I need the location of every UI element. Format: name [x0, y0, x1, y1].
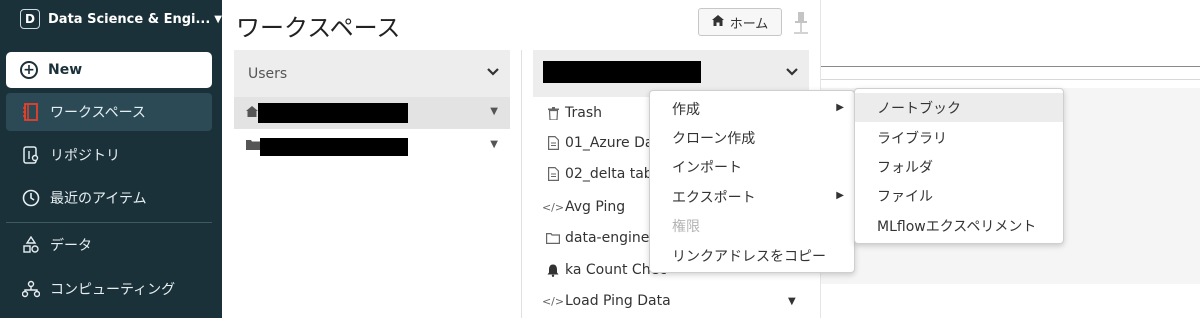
- app-root: D Data Science & Engi... ▼ + New ワークスペース…: [0, 0, 1200, 318]
- menu-item-label: フォルダ: [877, 159, 933, 176]
- list-item-label: Avg Ping: [565, 199, 626, 215]
- menu-item-permissions: 権限: [650, 211, 854, 240]
- list-item[interactable]: 02_delta table: [545, 166, 665, 182]
- new-button-label: New: [48, 62, 83, 78]
- list-item-label: 01_Azure Dat: [565, 135, 659, 151]
- create-submenu: ノートブック ライブラリ フォルダ ファイル MLflowエクスペリメント: [854, 88, 1064, 244]
- menu-item-export[interactable]: エクスポート ▶: [650, 182, 854, 211]
- redacted-name: [258, 103, 408, 123]
- clock-icon: [20, 189, 42, 207]
- sidebar-item-workspace[interactable]: ワークスペース: [6, 93, 212, 131]
- redacted-name: [260, 138, 408, 156]
- home-button[interactable]: ホーム: [698, 8, 782, 36]
- workspace-name: Data Science & Engi...: [48, 11, 211, 27]
- folder-icon: [545, 232, 561, 244]
- caret-down-icon: ▼: [214, 13, 222, 25]
- home-icon: [711, 15, 724, 29]
- plus-circle-icon: +: [20, 61, 38, 79]
- list-item[interactable]: data-enginee: [545, 230, 658, 246]
- chevron-down-icon: [785, 65, 799, 81]
- menu-item-label: エクスポート: [672, 189, 756, 206]
- submenu-arrow-icon: ▶: [836, 190, 844, 201]
- trash-icon: [545, 106, 561, 120]
- sidebar-item-label: 最近のアイテム: [50, 191, 147, 207]
- folder-row[interactable]: ▼: [234, 130, 510, 162]
- repo-icon: [20, 146, 42, 164]
- sidebar-item-label: コンピューティング: [50, 282, 176, 298]
- workspace-letter-icon: D: [20, 9, 40, 29]
- menu-item-copy-link[interactable]: リンクアドレスをコピー: [650, 241, 854, 270]
- caret-down-icon[interactable]: ▼: [490, 139, 498, 150]
- column-divider: [521, 50, 522, 318]
- notebook-icon: [545, 167, 561, 181]
- page-title: ワークスペース: [236, 14, 401, 42]
- menu-item-label: クローン作成: [672, 130, 756, 147]
- list-item-label: Load Ping Data: [565, 293, 671, 309]
- submenu-item-library[interactable]: ライブラリ: [855, 123, 1063, 152]
- list-item-trash[interactable]: Trash: [545, 105, 602, 121]
- list-item-label: data-enginee: [565, 230, 658, 246]
- notebook-icon: [545, 136, 561, 150]
- list-item[interactable]: </> Avg Ping: [541, 199, 626, 215]
- users-column-title: Users: [248, 65, 288, 82]
- menu-item-label: 作成: [672, 101, 700, 118]
- workspace-icon: [20, 103, 42, 121]
- users-column-header[interactable]: Users: [234, 50, 510, 97]
- sidebar-divider: [6, 222, 212, 223]
- sidebar-item-repos[interactable]: リポジトリ: [6, 136, 212, 174]
- home-button-label: ホーム: [729, 16, 769, 32]
- new-button[interactable]: + New: [6, 52, 212, 88]
- list-item[interactable]: 01_Azure Dat: [545, 135, 659, 151]
- code-icon: </>: [541, 200, 565, 214]
- submenu-item-notebook[interactable]: ノートブック: [855, 93, 1063, 122]
- sidebar-item-label: データ: [50, 238, 92, 254]
- bell-icon: [545, 264, 561, 277]
- list-item-label: Trash: [565, 105, 602, 121]
- submenu-item-folder[interactable]: フォルダ: [855, 152, 1063, 181]
- list-item[interactable]: </> Load Ping Data: [541, 293, 671, 309]
- menu-item-label: ファイル: [877, 188, 933, 205]
- home-icon: [246, 106, 258, 120]
- menu-item-label: インポート: [672, 159, 742, 176]
- folder-icon: [246, 139, 260, 153]
- menu-item-create[interactable]: 作成 ▶: [650, 94, 854, 123]
- pin-icon[interactable]: [794, 12, 808, 38]
- sidebar-item-label: リポジトリ: [50, 148, 120, 164]
- sidebar-item-data[interactable]: データ: [6, 226, 212, 264]
- background-divider: [821, 66, 1200, 67]
- sidebar-item-label: ワークスペース: [50, 105, 146, 121]
- code-icon: </>: [541, 294, 565, 308]
- menu-item-label: MLflowエクスペリメント: [877, 218, 1037, 235]
- caret-down-icon[interactable]: ▼: [788, 296, 796, 307]
- data-icon: [20, 236, 42, 254]
- sidebar-item-recents[interactable]: 最近のアイテム: [6, 179, 212, 217]
- menu-item-label: ライブラリ: [877, 130, 947, 147]
- redacted-name: [543, 61, 701, 83]
- context-menu: 作成 ▶ クローン作成 インポート エクスポート ▶ 権限 リンクアドレスをコピ…: [649, 90, 855, 273]
- submenu-arrow-icon: ▶: [836, 102, 844, 113]
- background-divider: [821, 79, 1200, 80]
- workspace-switcher[interactable]: D Data Science & Engi... ▼: [20, 8, 222, 30]
- chevron-down-icon: [486, 65, 500, 81]
- menu-item-label: 権限: [672, 218, 700, 235]
- caret-down-icon[interactable]: ▼: [490, 106, 498, 117]
- submenu-item-mlflow-experiment[interactable]: MLflowエクスペリメント: [855, 211, 1063, 240]
- sidebar: D Data Science & Engi... ▼ + New ワークスペース…: [0, 0, 222, 318]
- menu-item-label: ノートブック: [877, 100, 961, 117]
- sidebar-item-compute[interactable]: コンピューティング: [6, 270, 212, 308]
- menu-item-label: リンクアドレスをコピー: [672, 248, 826, 265]
- menu-item-clone[interactable]: クローン作成: [650, 123, 854, 152]
- home-folder-row[interactable]: ▼: [234, 97, 510, 129]
- submenu-item-file[interactable]: ファイル: [855, 181, 1063, 210]
- menu-item-import[interactable]: インポート: [650, 152, 854, 181]
- compute-icon: [20, 280, 42, 298]
